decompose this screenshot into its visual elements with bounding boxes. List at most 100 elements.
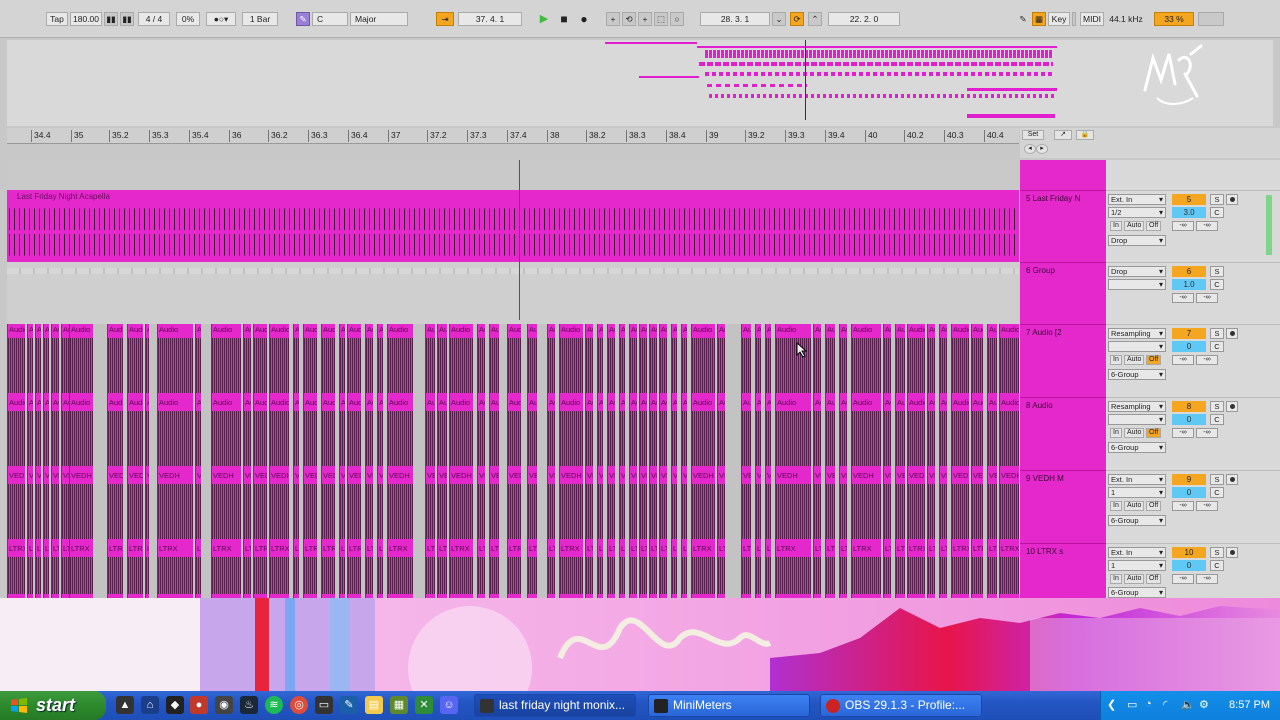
audio-clip[interactable]: VEDH <box>527 470 537 543</box>
audio-clip[interactable]: Audio <box>741 324 751 397</box>
audio-clip[interactable]: Audio <box>477 324 485 397</box>
audio-clip[interactable]: Audio <box>69 324 93 397</box>
audio-clip[interactable]: Audio <box>999 397 1019 470</box>
audio-clip[interactable]: Audio <box>489 324 499 397</box>
track-lane-5[interactable]: Last Friday Night Acapella <box>7 190 1019 262</box>
network-icon[interactable]: ◔ <box>1145 698 1152 710</box>
track-header-7[interactable]: 7 Audio [2 <box>1020 324 1106 397</box>
overdub-icon[interactable]: + <box>606 12 620 26</box>
audio-clip[interactable]: VEDH <box>61 470 69 543</box>
audio-clip[interactable]: Audio <box>339 397 345 470</box>
time-signature-field[interactable]: 4 / 4 <box>138 12 170 26</box>
monitor-off-button[interactable]: Off <box>1146 501 1162 511</box>
audio-clip[interactable]: Audio <box>387 324 413 397</box>
audio-clip[interactable]: VEDH <box>347 470 361 543</box>
tray-app-icon[interactable]: ▭ <box>1127 698 1137 711</box>
audio-clip[interactable]: VEDH <box>51 470 59 543</box>
audio-clip[interactable]: LTRX <box>999 543 1019 598</box>
tempo-field[interactable]: 180.00 <box>70 12 102 26</box>
session-record-icon[interactable]: ○ <box>670 12 684 26</box>
audio-clip[interactable]: VEDH <box>939 470 947 543</box>
pan-field[interactable]: C <box>1210 560 1224 571</box>
audio-clip[interactable]: Audio <box>303 397 317 470</box>
solo-button[interactable]: S <box>1210 547 1224 558</box>
automation-arm-icon[interactable]: ⟲ <box>622 12 636 26</box>
audio-clip[interactable]: VEDH <box>437 470 447 543</box>
audio-clip[interactable]: LTRX <box>195 543 201 598</box>
ableton-icon[interactable]: ▲ <box>116 696 134 714</box>
tap-tempo-button[interactable]: Tap <box>46 12 68 26</box>
arm-record-button[interactable] <box>1226 547 1238 558</box>
audio-clip[interactable]: Audio <box>211 397 241 470</box>
send-a-field[interactable]: -∞ <box>1172 428 1194 438</box>
audio-clip[interactable]: LTRX <box>339 543 345 598</box>
audio-clip[interactable]: VEDH <box>671 470 677 543</box>
audio-clip[interactable]: LTRX <box>585 543 593 598</box>
audio-clip[interactable]: Audio <box>999 324 1019 397</box>
audio-clip[interactable]: VEDH <box>127 470 143 543</box>
audio-clip[interactable]: LTRX <box>927 543 935 598</box>
audio-clip[interactable]: LTRX <box>35 543 41 598</box>
solo-button[interactable]: S <box>1210 194 1224 205</box>
audio-clip[interactable]: Audio <box>765 324 771 397</box>
audio-clip[interactable]: VEDH <box>951 470 969 543</box>
audio-clip[interactable]: VEDH <box>907 470 925 543</box>
audio-clip[interactable]: Audio <box>639 397 647 470</box>
audio-clip[interactable]: Audio <box>717 324 725 397</box>
draw-mode-icon[interactable]: ✎ <box>1016 12 1030 26</box>
audio-clip[interactable]: LTRX <box>659 543 667 598</box>
audio-clip[interactable]: Audio <box>691 324 715 397</box>
audio-clip[interactable]: LTRX <box>775 543 811 598</box>
audio-clip[interactable]: LTRX <box>145 543 149 598</box>
audio-clip[interactable]: Audio <box>243 324 251 397</box>
audio-clip[interactable]: Audio <box>157 397 193 470</box>
audio-clip[interactable]: VEDH <box>449 470 473 543</box>
monitor-off-button[interactable]: Off <box>1146 355 1162 365</box>
audio-clip[interactable]: Audio <box>907 397 925 470</box>
audio-clip[interactable]: Audio <box>365 324 373 397</box>
play-icon[interactable]: ▶ <box>536 12 552 26</box>
audio-clip[interactable]: Audio <box>681 397 687 470</box>
audio-clip[interactable]: Audio <box>851 397 881 470</box>
audio-clip[interactable]: LTRX <box>211 543 241 598</box>
input-type-dropdown[interactable]: Drop <box>1108 266 1166 277</box>
track-header-6[interactable]: 6 Group <box>1020 262 1106 324</box>
audio-clip[interactable]: LTRX <box>253 543 267 598</box>
audio-clip[interactable]: Audio <box>449 397 473 470</box>
audio-clip[interactable]: VEDH <box>649 470 657 543</box>
punch-in-icon[interactable]: ⌄ <box>772 12 786 26</box>
audio-clip[interactable]: VEDH <box>507 470 521 543</box>
audio-clip[interactable]: LTRX <box>895 543 905 598</box>
next-locator-icon[interactable]: ▸ <box>1036 144 1048 154</box>
audio-clip[interactable]: Audio <box>691 397 715 470</box>
fl-icon[interactable]: ◆ <box>166 696 184 714</box>
audio-clip[interactable]: LTRX <box>629 543 637 598</box>
pan-field[interactable]: C <box>1210 487 1224 498</box>
audio-clip[interactable]: LTRX <box>607 543 615 598</box>
audio-clip[interactable]: Audio <box>243 397 251 470</box>
pan-field[interactable]: C <box>1210 414 1224 425</box>
audio-clip[interactable]: Audio <box>825 397 835 470</box>
audio-clip[interactable]: VEDH <box>303 470 317 543</box>
audio-clip[interactable]: LTRX <box>971 543 983 598</box>
record-icon[interactable]: ● <box>576 12 592 26</box>
audio-clip[interactable]: LTRX <box>691 543 715 598</box>
audio-clip[interactable]: LTRX <box>377 543 383 598</box>
audio-clip[interactable]: LTRX <box>157 543 193 598</box>
audio-clip[interactable]: Audio <box>559 324 583 397</box>
audio-clip[interactable]: VEDH <box>69 470 93 543</box>
audio-clip[interactable]: Audio <box>971 324 983 397</box>
audio-clip[interactable]: Audio <box>507 324 521 397</box>
taskbar-item-ableton[interactable]: last friday night monix... <box>474 694 636 717</box>
audio-clip[interactable]: LTRX <box>813 543 821 598</box>
audio-clip[interactable]: Audio <box>839 324 847 397</box>
audio-clip[interactable]: VEDH <box>321 470 335 543</box>
audio-clip[interactable]: VEDH <box>775 470 811 543</box>
audio-clip[interactable]: LTRX <box>107 543 123 598</box>
audio-clip[interactable]: Audio <box>69 397 93 470</box>
audio-clip[interactable]: LTRX <box>7 543 25 598</box>
audio-clip[interactable]: LTRX <box>825 543 835 598</box>
audio-clip[interactable]: Audio <box>61 324 69 397</box>
audio-clip[interactable]: Audio <box>671 397 677 470</box>
audio-clip[interactable]: LTRX <box>851 543 881 598</box>
